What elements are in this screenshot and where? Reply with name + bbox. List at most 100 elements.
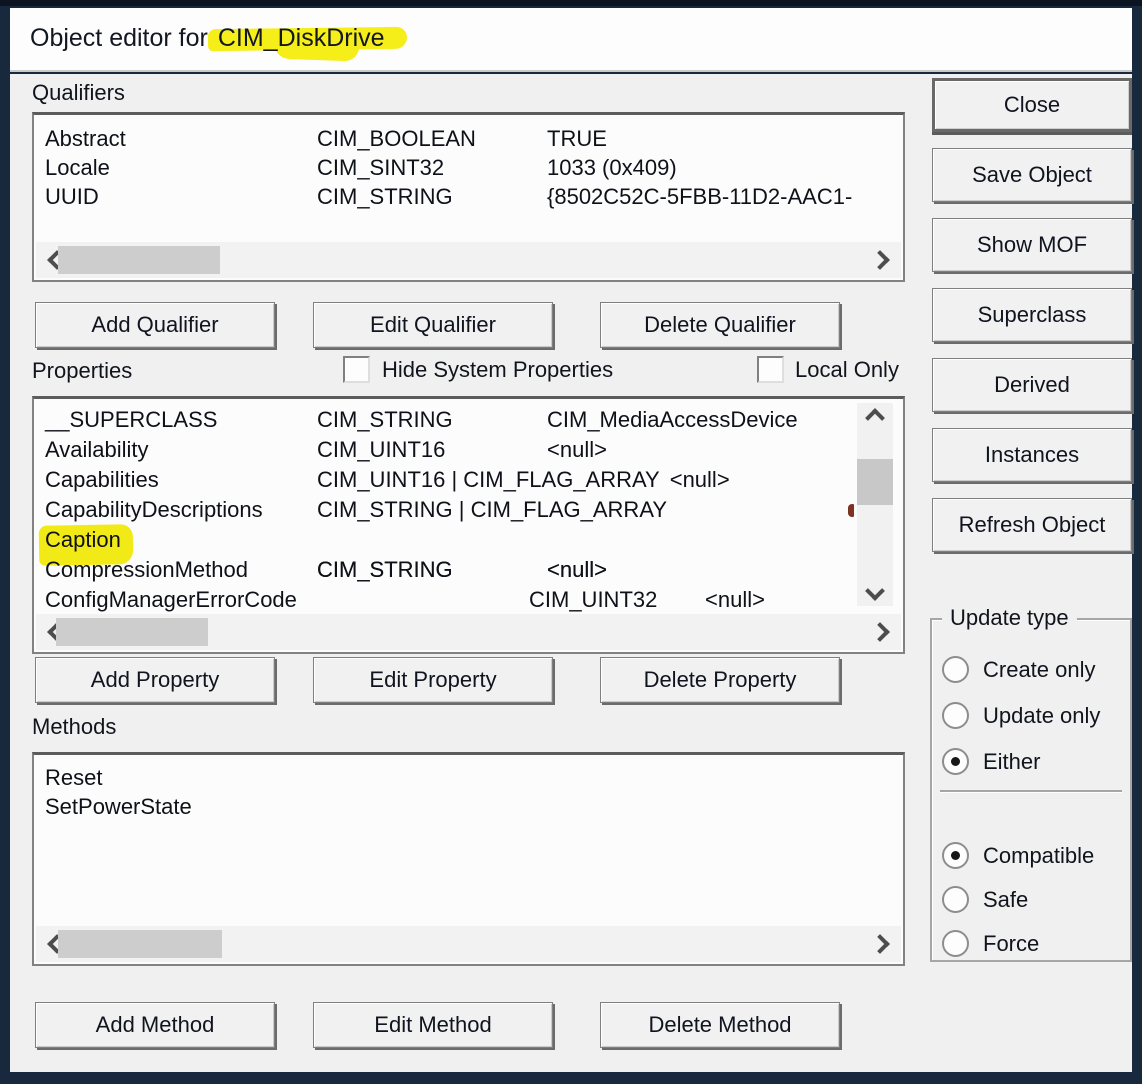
qualifiers-label: Qualifiers — [32, 80, 125, 106]
scroll-right-icon[interactable] — [870, 934, 890, 954]
qualifier-name: Abstract — [45, 124, 126, 153]
properties-hscrollbar[interactable] — [36, 614, 901, 650]
add-qualifier-button[interactable]: Add Qualifier — [35, 302, 275, 348]
add-property-button[interactable]: Add Property — [35, 657, 275, 703]
edit-method-button[interactable]: Edit Method — [313, 1002, 553, 1048]
scroll-thumb[interactable] — [56, 618, 208, 646]
scroll-up-icon[interactable] — [865, 408, 885, 428]
group-divider — [940, 790, 1122, 792]
instances-button[interactable]: Instances — [932, 428, 1132, 482]
delete-qualifier-button[interactable]: Delete Qualifier — [600, 302, 840, 348]
radio-row-compatible[interactable]: Compatible — [942, 842, 1094, 869]
property-row[interactable]: ConfigManagerErrorCode CIM_UINT32<null> — [34, 585, 903, 614]
qualifier-row[interactable]: Locale CIM_SINT321033 (0x409) — [34, 153, 903, 182]
scroll-thumb[interactable] — [58, 930, 222, 958]
derived-button[interactable]: Derived — [932, 358, 1132, 412]
methods-hscrollbar[interactable] — [36, 926, 901, 962]
safe-radio[interactable] — [942, 886, 969, 913]
qualifiers-hscrollbar[interactable] — [36, 242, 901, 278]
property-name: Caption — [45, 527, 121, 552]
refresh-object-button[interactable]: Refresh Object — [932, 498, 1132, 552]
qualifiers-list[interactable]: Abstract CIM_BOOLEANTRUE Locale CIM_SINT… — [32, 112, 905, 282]
scroll-right-icon[interactable] — [870, 622, 890, 642]
add-method-button[interactable]: Add Method — [35, 1002, 275, 1048]
superclass-button[interactable]: Superclass — [932, 288, 1132, 342]
hide-system-properties-checkbox[interactable] — [343, 356, 370, 383]
property-type: CIM_STRING — [317, 405, 547, 435]
method-row[interactable]: SetPowerState — [34, 792, 903, 821]
local-only-label: Local Only — [795, 356, 899, 383]
method-name: Reset — [45, 763, 102, 792]
local-only-checkbox[interactable] — [757, 356, 784, 383]
radio-row-create-only[interactable]: Create only — [942, 656, 1096, 683]
method-row[interactable]: Reset — [34, 763, 903, 792]
red-ink-mark — [848, 504, 854, 517]
property-type: CIM_STRING — [317, 555, 547, 585]
save-object-button[interactable]: Save Object — [932, 148, 1132, 202]
scroll-right-icon[interactable] — [870, 250, 890, 270]
property-value: <null> — [705, 585, 765, 614]
update-only-radio[interactable] — [942, 702, 969, 729]
radio-row-force[interactable]: Force — [942, 930, 1039, 957]
methods-label: Methods — [32, 714, 116, 740]
radio-row-safe[interactable]: Safe — [942, 886, 1028, 913]
qualifier-name: UUID — [45, 182, 99, 211]
delete-method-button[interactable]: Delete Method — [600, 1002, 840, 1048]
radio-row-update-only[interactable]: Update only — [942, 702, 1100, 729]
property-value: <null> — [670, 465, 730, 495]
qualifier-row[interactable]: Abstract CIM_BOOLEANTRUE — [34, 124, 903, 153]
property-row[interactable]: CapabilityDescriptions CIM_STRING | CIM_… — [34, 495, 903, 525]
qualifier-row[interactable]: UUID CIM_STRING{8502C52C-5FBB-11D2-AAC1- — [34, 182, 903, 211]
scroll-down-icon[interactable] — [865, 581, 885, 601]
qualifier-name: Locale — [45, 153, 110, 182]
qualifier-value: TRUE — [547, 124, 607, 153]
method-name: SetPowerState — [45, 792, 192, 821]
methods-list[interactable]: Reset SetPowerState — [32, 752, 905, 966]
delete-property-button[interactable]: Delete Property — [600, 657, 840, 703]
property-row[interactable]: Caption CIM_STRING<null> — [34, 525, 903, 555]
property-row[interactable]: CompressionMethod CIM_STRING<null> — [34, 555, 903, 585]
compatible-radio[interactable] — [942, 842, 969, 869]
property-type: CIM_UINT16 — [317, 435, 547, 465]
force-radio[interactable] — [942, 930, 969, 957]
methods-list-content: Reset SetPowerState — [34, 755, 903, 926]
highlighted-class-name: CIM_DiskDrive — [212, 24, 391, 52]
close-button[interactable]: Close — [932, 78, 1132, 132]
page-title: Object editor forCIM_DiskDrive — [30, 8, 391, 72]
property-value: <null> — [547, 555, 607, 585]
property-row[interactable]: __SUPERCLASS CIM_STRINGCIM_MediaAccessDe… — [34, 405, 903, 435]
edit-property-button[interactable]: Edit Property — [313, 657, 553, 703]
property-name: Availability — [45, 435, 149, 465]
edit-qualifier-button[interactable]: Edit Qualifier — [313, 302, 553, 348]
create-only-radio[interactable] — [942, 656, 969, 683]
object-editor-window: Object editor forCIM_DiskDrive Qualifier… — [0, 0, 1142, 1084]
property-value: CIM_MediaAccessDevice — [547, 405, 798, 435]
hide-system-properties-label: Hide System Properties — [382, 356, 613, 383]
force-label: Force — [983, 931, 1039, 957]
properties-label: Properties — [32, 358, 132, 384]
property-type: CIM_UINT16 | CIM_FLAG_ARRAY — [317, 465, 670, 495]
either-label: Either — [983, 749, 1040, 775]
qualifier-type: CIM_BOOLEAN — [317, 124, 547, 153]
qualifier-value: {8502C52C-5FBB-11D2-AAC1- — [547, 182, 852, 211]
scroll-thumb[interactable] — [857, 459, 893, 505]
property-type: CIM_STRING | CIM_FLAG_ARRAY — [317, 495, 677, 525]
property-row[interactable]: Capabilities CIM_UINT16 | CIM_FLAG_ARRAY… — [34, 465, 903, 495]
show-mof-button[interactable]: Show MOF — [932, 218, 1132, 272]
qualifier-value: 1033 (0x409) — [547, 153, 677, 182]
property-value: <null> — [547, 435, 607, 465]
scroll-thumb[interactable] — [58, 246, 220, 274]
property-row[interactable]: Availability CIM_UINT16<null> — [34, 435, 903, 465]
property-name: CompressionMethod — [45, 555, 248, 585]
update-type-group: Update type Create only Update only Eith… — [930, 618, 1132, 962]
either-radio[interactable] — [942, 748, 969, 775]
properties-vscrollbar[interactable] — [857, 403, 893, 606]
update-type-label: Update type — [942, 605, 1077, 631]
qualifier-type: CIM_SINT32 — [317, 153, 547, 182]
properties-list[interactable]: __SUPERCLASS CIM_STRINGCIM_MediaAccessDe… — [32, 396, 905, 654]
property-name: __SUPERCLASS — [45, 405, 217, 435]
radio-row-either[interactable]: Either — [942, 748, 1040, 775]
property-name: Capabilities — [45, 465, 159, 495]
update-only-label: Update only — [983, 703, 1100, 729]
property-type: CIM_UINT32 — [529, 585, 705, 614]
